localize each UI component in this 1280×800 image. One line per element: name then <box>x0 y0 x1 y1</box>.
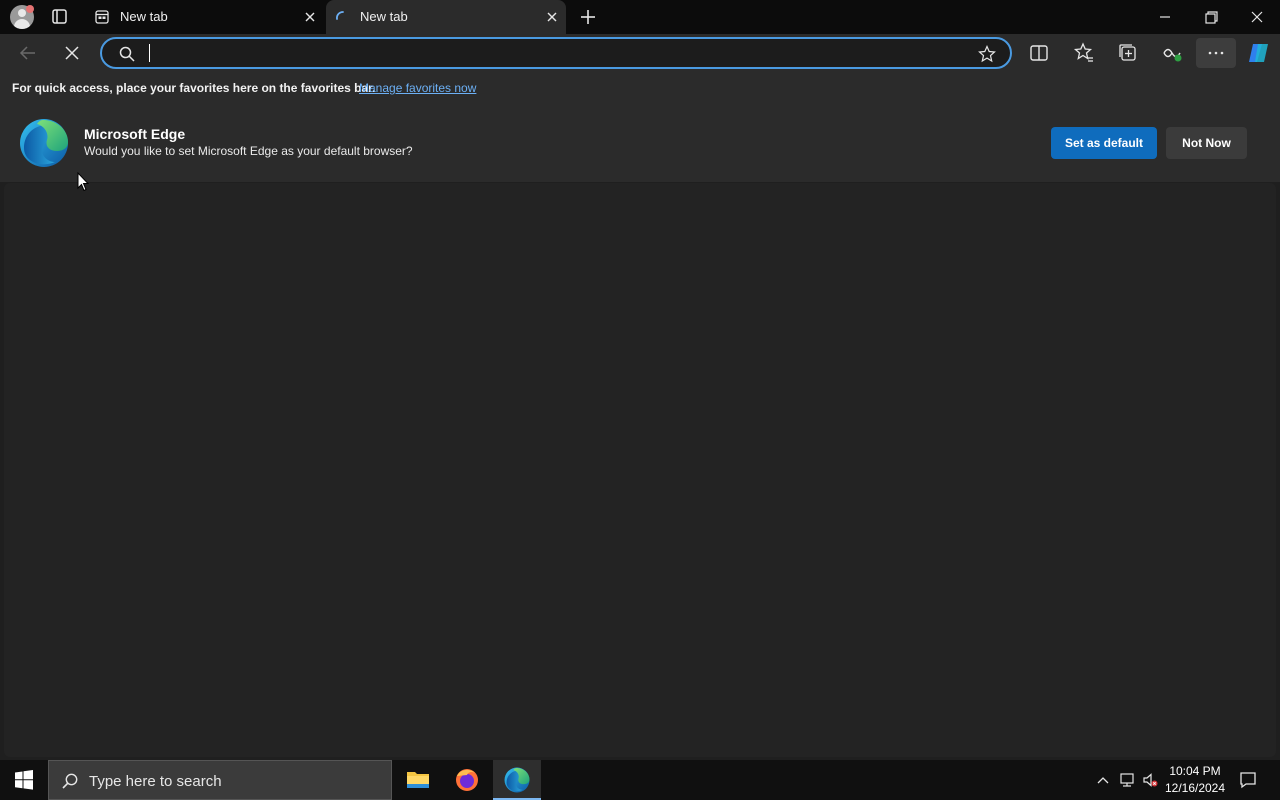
tab-1-title: New tab <box>120 9 168 24</box>
clock-date: 12/16/2024 <box>1164 781 1226 795</box>
infobar-title: Microsoft Edge <box>84 126 186 142</box>
tab-2-active[interactable]: New tab <box>326 0 566 34</box>
minimize-icon[interactable] <box>1142 0 1188 34</box>
back-arrow-icon[interactable] <box>17 42 39 64</box>
network-icon[interactable] <box>1119 772 1135 788</box>
favorites-bar-message: For quick access, place your favorites h… <box>12 81 376 95</box>
new-tab-plus-icon[interactable] <box>578 7 598 27</box>
windows-taskbar: Type here to search 10:04 PM 12/16/2024 <box>0 760 1280 800</box>
windows-start-icon[interactable] <box>0 760 48 800</box>
restore-icon[interactable] <box>1188 0 1234 34</box>
profile-status-dot-icon <box>26 5 34 13</box>
taskbar-clock[interactable]: 10:04 PM 12/16/2024 <box>1160 763 1230 797</box>
action-center-icon[interactable] <box>1238 770 1258 790</box>
mouse-pointer-icon <box>77 172 89 192</box>
add-favorite-star-icon[interactable] <box>978 45 996 63</box>
tab-actions-icon[interactable] <box>48 7 70 27</box>
close-tab-2-icon[interactable] <box>544 9 560 25</box>
more-dots-icon <box>1208 51 1224 55</box>
split-screen-icon[interactable] <box>1028 42 1050 64</box>
tab-2-title: New tab <box>360 9 408 24</box>
set-as-default-button[interactable]: Set as default <box>1051 127 1157 159</box>
default-browser-infobar: Microsoft Edge Would you like to set Mic… <box>0 102 1280 182</box>
text-caret <box>149 44 150 62</box>
navigation-toolbar <box>0 34 1280 72</box>
microsoft-edge-logo-icon <box>20 119 68 167</box>
browser-essentials-icon[interactable] <box>1161 42 1183 64</box>
firefox-icon[interactable] <box>443 760 491 800</box>
favorites-icon[interactable] <box>1073 42 1095 64</box>
tab-strip: New tab New tab <box>0 0 1280 34</box>
taskbar-edge-button[interactable] <box>493 760 541 800</box>
manage-favorites-link[interactable]: Manage favorites now <box>359 81 476 95</box>
volume-muted-icon[interactable] <box>1142 772 1158 788</box>
page-content-area[interactable] <box>4 183 1276 757</box>
stop-loading-icon[interactable] <box>61 42 83 64</box>
new-tab-page-icon <box>95 10 109 24</box>
file-explorer-icon[interactable] <box>394 760 442 800</box>
infobar-message: Would you like to set Microsoft Edge as … <box>84 144 413 158</box>
not-now-button[interactable]: Not Now <box>1166 127 1247 159</box>
browser-window: New tab New tab For quick access, place … <box>0 0 1280 760</box>
address-bar[interactable] <box>100 37 1012 69</box>
taskbar-search-placeholder: Type here to search <box>89 773 222 790</box>
tab-1[interactable]: New tab <box>86 0 324 34</box>
close-window-icon[interactable] <box>1234 0 1280 34</box>
settings-and-more-button[interactable] <box>1196 38 1236 68</box>
copilot-icon[interactable] <box>1246 40 1272 66</box>
taskbar-search-icon <box>62 773 78 789</box>
edge-taskbar-icon <box>504 767 530 793</box>
collections-icon[interactable] <box>1117 42 1139 64</box>
favorites-bar: For quick access, place your favorites h… <box>0 72 1280 102</box>
address-input[interactable] <box>148 44 968 64</box>
loading-spinner-icon <box>336 11 344 20</box>
taskbar-search-box[interactable]: Type here to search <box>48 760 392 800</box>
clock-time: 10:04 PM <box>1169 764 1221 778</box>
show-hidden-icons-chevron-icon[interactable] <box>1095 772 1111 788</box>
search-icon <box>119 46 135 62</box>
close-tab-1-icon[interactable] <box>302 9 318 25</box>
